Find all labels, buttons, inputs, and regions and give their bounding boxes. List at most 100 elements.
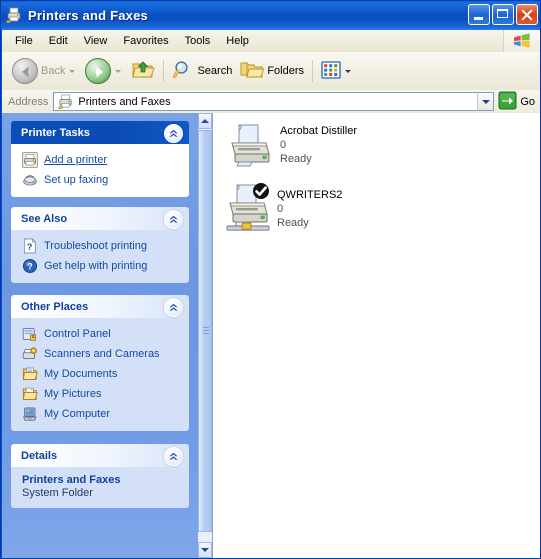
up-folder-icon — [131, 59, 156, 84]
window-controls — [468, 4, 538, 25]
link-my-pictures[interactable]: My Pictures — [11, 384, 189, 404]
menu-favorites[interactable]: Favorites — [115, 33, 176, 49]
menu-tools[interactable]: Tools — [177, 33, 219, 49]
scroll-down-button[interactable] — [198, 542, 212, 558]
link-get-help-with-printing[interactable]: ? Get help with printing — [11, 256, 189, 276]
search-button[interactable]: Search — [168, 56, 236, 86]
panel-header-printer-tasks[interactable]: Printer Tasks — [11, 121, 189, 144]
chevron-up-double-icon — [169, 452, 178, 460]
chevron-up-double-icon — [169, 215, 178, 223]
folders-icon — [240, 59, 265, 84]
address-input[interactable]: Printers and Faxes — [53, 92, 478, 111]
toolbar-separator-2 — [312, 60, 314, 82]
default-printer-check-icon — [253, 183, 269, 199]
printer-status: Ready — [280, 153, 312, 165]
up-button[interactable] — [127, 56, 159, 86]
control-panel-icon — [22, 326, 38, 342]
panel-title: See Also — [21, 212, 68, 225]
menu-file[interactable]: File — [7, 33, 41, 49]
link-my-documents[interactable]: My Documents — [11, 364, 189, 384]
link-scanners-and-cameras[interactable]: Scanners and Cameras — [11, 344, 189, 364]
address-dropdown-button[interactable] — [477, 92, 495, 111]
views-dropdown-arrow-icon[interactable] — [345, 69, 352, 73]
printer-name: Acrobat Distiller — [280, 125, 358, 137]
link-label: My Pictures — [44, 388, 102, 400]
back-label: Back — [41, 65, 66, 77]
my-pictures-icon — [22, 386, 38, 402]
menu-bar: File Edit View Favorites Tools Help — [2, 30, 540, 53]
panel-header-other-places[interactable]: Other Places — [11, 295, 189, 318]
task-set-up-faxing[interactable]: Set up faxing — [11, 170, 189, 190]
panel-body-other-places: Control Panel Scanners and Cameras My Do… — [11, 318, 189, 431]
task-label: Add a printer — [44, 154, 107, 166]
collapse-button[interactable] — [164, 124, 183, 143]
svg-text:?: ? — [27, 262, 33, 272]
toolbar: Back Search Folders — [2, 52, 540, 91]
back-button[interactable]: Back — [8, 56, 81, 86]
chevron-up-double-icon — [169, 129, 178, 137]
details-type: System Folder — [22, 487, 93, 499]
forward-button[interactable] — [81, 56, 127, 86]
chevron-up-double-icon — [169, 303, 178, 311]
chevron-down-icon — [481, 99, 490, 104]
menu-help[interactable]: Help — [218, 33, 257, 49]
maximize-button[interactable] — [492, 4, 514, 25]
collapse-button[interactable] — [164, 298, 183, 317]
printer-item[interactable]: QWRITERS2 0 Ready — [214, 169, 540, 231]
link-my-computer[interactable]: My Computer — [11, 404, 189, 424]
collapse-button[interactable] — [164, 447, 183, 466]
printer-name: QWRITERS2 — [277, 189, 343, 201]
forward-arrow-icon — [85, 58, 112, 84]
printer-item[interactable]: Acrobat Distiller 0 Ready — [214, 113, 540, 169]
back-dropdown-arrow-icon[interactable] — [69, 69, 76, 73]
link-label: Control Panel — [44, 328, 111, 340]
panel-title: Printer Tasks — [21, 126, 90, 139]
minimize-button[interactable] — [468, 4, 490, 25]
printer-status: Ready — [277, 217, 309, 229]
back-arrow-icon — [12, 58, 38, 84]
folders-button[interactable]: Folders — [236, 56, 308, 86]
chevron-up-icon — [201, 119, 209, 123]
menu-edit[interactable]: Edit — [41, 33, 76, 49]
printer-job-count: 0 — [277, 203, 284, 215]
menu-view[interactable]: View — [76, 33, 116, 49]
link-control-panel[interactable]: Control Panel — [11, 324, 189, 344]
close-button[interactable] — [516, 4, 538, 25]
printer-info: QWRITERS2 0 Ready — [277, 182, 342, 230]
printers-list[interactable]: Acrobat Distiller 0 Ready QWRITERS2 0 Re… — [214, 113, 540, 558]
my-computer-icon — [22, 406, 38, 422]
panel-title: Other Places — [21, 300, 89, 313]
folders-label: Folders — [267, 65, 305, 77]
go-button[interactable]: Go — [494, 91, 540, 112]
title-bar: Printers and Faxes — [1, 1, 540, 30]
panel-body-details: Printers and Faxes System Folder — [11, 467, 189, 508]
scrollbar-grip-icon — [203, 327, 209, 335]
address-printers-icon — [58, 94, 74, 110]
collapse-button[interactable] — [164, 210, 183, 229]
sidebar-scrollbar[interactable] — [198, 113, 213, 558]
windows-flag-button[interactable] — [503, 30, 540, 52]
panel-body-see-also: ? Troubleshoot printing ? Get help with … — [11, 230, 189, 283]
forward-dropdown-arrow-icon[interactable] — [115, 69, 122, 73]
scroll-up-button[interactable] — [198, 113, 212, 129]
scrollbar-thumb[interactable] — [198, 130, 212, 532]
printer-icon — [226, 121, 274, 169]
task-add-a-printer[interactable]: Add a printer — [11, 150, 189, 170]
panel-header-see-also[interactable]: See Also — [11, 207, 189, 230]
panel-title: Details — [21, 449, 58, 462]
panel-see-also: See Also ? Troubleshoot printing ? Get h… — [11, 207, 189, 283]
panel-printer-tasks: Printer Tasks Add a printer Set up faxin… — [11, 121, 189, 197]
help-question-icon: ? — [22, 238, 38, 254]
address-label: Address — [8, 95, 49, 108]
printers-and-faxes-icon — [6, 7, 23, 24]
printers-and-faxes-window: Printers and Faxes File Edit View Favori… — [0, 0, 541, 559]
link-label: Scanners and Cameras — [44, 348, 160, 360]
panel-header-details[interactable]: Details — [11, 444, 189, 467]
panel-body-printer-tasks: Add a printer Set up faxing — [11, 144, 189, 197]
shared-printer-base-icon — [226, 222, 270, 231]
link-troubleshoot-printing[interactable]: ? Troubleshoot printing — [11, 236, 189, 256]
details-name: Printers and Faxes — [22, 474, 121, 486]
views-button[interactable] — [317, 56, 357, 86]
panel-other-places: Other Places Control Panel Scanners and … — [11, 295, 189, 431]
toolbar-separator-1 — [163, 60, 165, 82]
